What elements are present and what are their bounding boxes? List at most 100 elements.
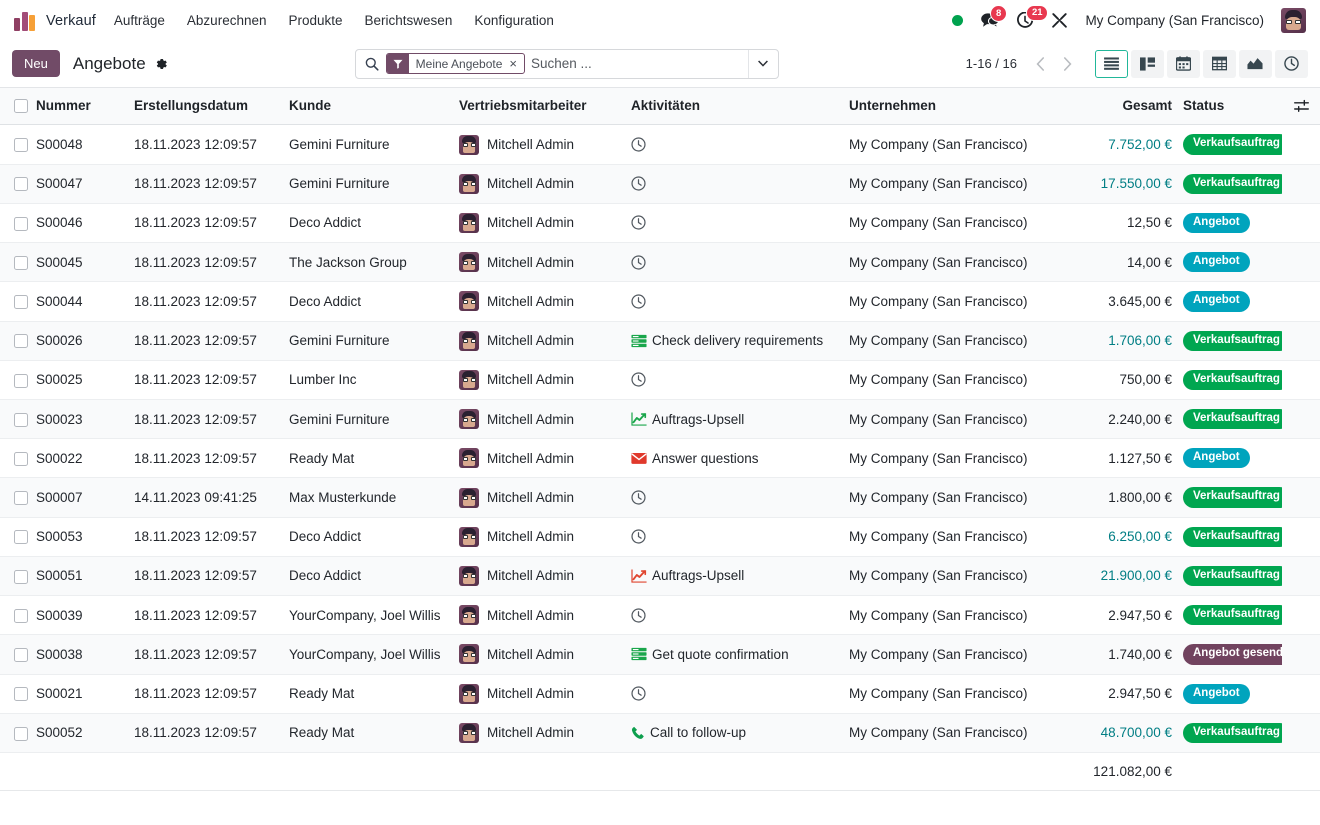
current-company-label[interactable]: My Company (San Francisco) [1085, 13, 1264, 28]
row-checkbox[interactable] [14, 295, 28, 310]
cell-activities[interactable]: Answer questions [631, 438, 849, 479]
activities-button[interactable]: 21 [1016, 4, 1049, 30]
table-row[interactable]: S00022 18.11.2023 12:09:57 Ready Mat Mitche… [0, 438, 1320, 479]
table-row[interactable]: S00025 18.11.2023 12:09:57 Lumber Inc Mitch… [0, 360, 1320, 400]
table-row[interactable]: S00053 18.11.2023 12:09:57 Deco Addict Mitc… [0, 517, 1320, 557]
search-facet-remove-icon[interactable]: × [508, 56, 524, 71]
table-row[interactable]: S00052 18.11.2023 12:09:57 Ready Mat Mitche… [0, 713, 1320, 753]
cell-activities[interactable] [631, 674, 849, 714]
table-row[interactable]: S00038 18.11.2023 12:09:57 YourCompany, Jo… [0, 634, 1320, 675]
table-row[interactable]: S00007 14.11.2023 09:41:25 Max Musterkunde… [0, 477, 1320, 518]
header-creation-date[interactable]: Erstellungsdatum [134, 88, 289, 126]
cell-number[interactable]: S00047 [36, 164, 134, 204]
cell-activities[interactable] [631, 477, 849, 518]
cell-number[interactable]: S00044 [36, 281, 134, 322]
cell-number[interactable]: S00021 [36, 674, 134, 714]
cell-activities[interactable] [631, 124, 849, 165]
gear-icon[interactable] [154, 57, 168, 71]
cell-activities[interactable] [631, 242, 849, 283]
row-checkbox[interactable] [14, 569, 28, 584]
cell-activities[interactable] [631, 517, 849, 557]
header-total[interactable]: Gesamt [1067, 88, 1172, 126]
header-salesperson[interactable]: Vertriebsmitarbeiter [459, 88, 631, 126]
row-checkbox[interactable] [14, 452, 28, 467]
view-button-list[interactable] [1094, 49, 1128, 78]
menu-item-auftraege[interactable]: Aufträge [114, 13, 165, 28]
menu-item-abzurechnen[interactable]: Abzurechnen [187, 13, 267, 28]
cell-number[interactable]: S00048 [36, 124, 134, 165]
pager-previous-button[interactable] [1027, 50, 1054, 77]
cell-activities[interactable]: Check delivery requirements [631, 321, 849, 361]
row-checkbox[interactable] [14, 412, 28, 427]
search-facet-meine-angebote[interactable]: Meine Angebote × [385, 53, 525, 74]
cell-number[interactable]: S00007 [36, 477, 134, 518]
header-number[interactable]: Nummer [36, 88, 134, 126]
table-row[interactable]: S00047 18.11.2023 12:09:57 Gemini Furnitur… [0, 164, 1320, 204]
cell-activities[interactable]: Auftrags-Upsell [631, 556, 849, 597]
pager-next-button[interactable] [1054, 50, 1081, 77]
row-checkbox[interactable] [14, 530, 28, 545]
menu-item-berichtswesen[interactable]: Berichtswesen [365, 13, 453, 28]
header-company[interactable]: Unternehmen [849, 88, 1067, 126]
row-checkbox[interactable] [14, 491, 28, 506]
row-checkbox[interactable] [14, 334, 28, 349]
view-button-calendar[interactable] [1166, 49, 1200, 78]
cell-number[interactable]: S00046 [36, 203, 134, 244]
cell-number[interactable]: S00026 [36, 321, 134, 361]
table-row[interactable]: S00044 18.11.2023 12:09:57 Deco Addict Mitc… [0, 281, 1320, 322]
cell-number[interactable]: S00038 [36, 634, 134, 675]
cell-activities[interactable] [631, 203, 849, 244]
search-input[interactable] [531, 56, 748, 71]
cell-activities[interactable] [631, 164, 849, 204]
new-record-button[interactable]: Neu [12, 49, 60, 78]
search-dropdown-toggle[interactable] [747, 49, 778, 78]
row-checkbox[interactable] [14, 177, 28, 192]
view-button-kanban[interactable] [1130, 49, 1164, 78]
search-bar[interactable]: Meine Angebote × [354, 48, 779, 79]
debug-tools-button[interactable] [1051, 12, 1068, 29]
view-button-activity[interactable] [1274, 49, 1308, 78]
cell-number[interactable]: S00051 [36, 556, 134, 597]
user-avatar[interactable] [1281, 8, 1306, 33]
menu-item-konfiguration[interactable]: Konfiguration [474, 13, 554, 28]
table-row[interactable]: S00021 18.11.2023 12:09:57 Ready Mat Mitche… [0, 674, 1320, 714]
cell-number[interactable]: S00039 [36, 595, 134, 636]
header-status[interactable]: Status [1172, 88, 1282, 126]
odoo-logo-icon[interactable] [14, 11, 36, 31]
table-row[interactable]: S00051 18.11.2023 12:09:57 Deco Addict Mitc… [0, 556, 1320, 597]
cell-activities[interactable] [631, 595, 849, 636]
table-row[interactable]: S00023 18.11.2023 12:09:57 Gemini Furnitur… [0, 399, 1320, 440]
cell-number[interactable]: S00025 [36, 360, 134, 400]
row-checkbox[interactable] [14, 138, 28, 153]
cell-activities[interactable] [631, 281, 849, 322]
app-name-label[interactable]: Verkauf [46, 13, 96, 29]
row-checkbox[interactable] [14, 687, 28, 702]
cell-number[interactable]: S00052 [36, 713, 134, 753]
menu-item-produkte[interactable]: Produkte [288, 13, 342, 28]
table-row[interactable]: S00045 18.11.2023 12:09:57 The Jackson Gro… [0, 242, 1320, 283]
cell-number[interactable]: S00045 [36, 242, 134, 283]
table-row[interactable]: S00039 18.11.2023 12:09:57 YourCompany, Jo… [0, 595, 1320, 636]
messages-button[interactable]: 8 [980, 5, 1007, 29]
header-customer[interactable]: Kunde [289, 88, 459, 126]
cell-number[interactable]: S00022 [36, 438, 134, 479]
select-all-checkbox[interactable] [14, 99, 28, 114]
cell-activities[interactable]: Auftrags-Upsell [631, 399, 849, 440]
header-activities[interactable]: Aktivitäten [631, 88, 849, 126]
table-row[interactable]: S00048 18.11.2023 12:09:57 Gemini Furnitur… [0, 124, 1320, 165]
cell-activities[interactable] [631, 360, 849, 400]
column-settings-icon[interactable] [1282, 99, 1320, 113]
cell-activities[interactable]: Call to follow-up [631, 713, 849, 753]
table-row[interactable]: S00026 18.11.2023 12:09:57 Gemini Furnitur… [0, 321, 1320, 361]
cell-activities[interactable]: Get quote confirmation [631, 634, 849, 675]
row-checkbox[interactable] [14, 373, 28, 388]
row-checkbox[interactable] [14, 608, 28, 623]
table-row[interactable]: S00046 18.11.2023 12:09:57 Deco Addict Mitc… [0, 203, 1320, 244]
row-checkbox[interactable] [14, 216, 28, 231]
row-checkbox[interactable] [14, 255, 28, 270]
cell-number[interactable]: S00023 [36, 399, 134, 440]
row-checkbox[interactable] [14, 726, 28, 741]
view-button-pivot[interactable] [1202, 49, 1236, 78]
row-checkbox[interactable] [14, 648, 28, 663]
cell-number[interactable]: S00053 [36, 517, 134, 557]
